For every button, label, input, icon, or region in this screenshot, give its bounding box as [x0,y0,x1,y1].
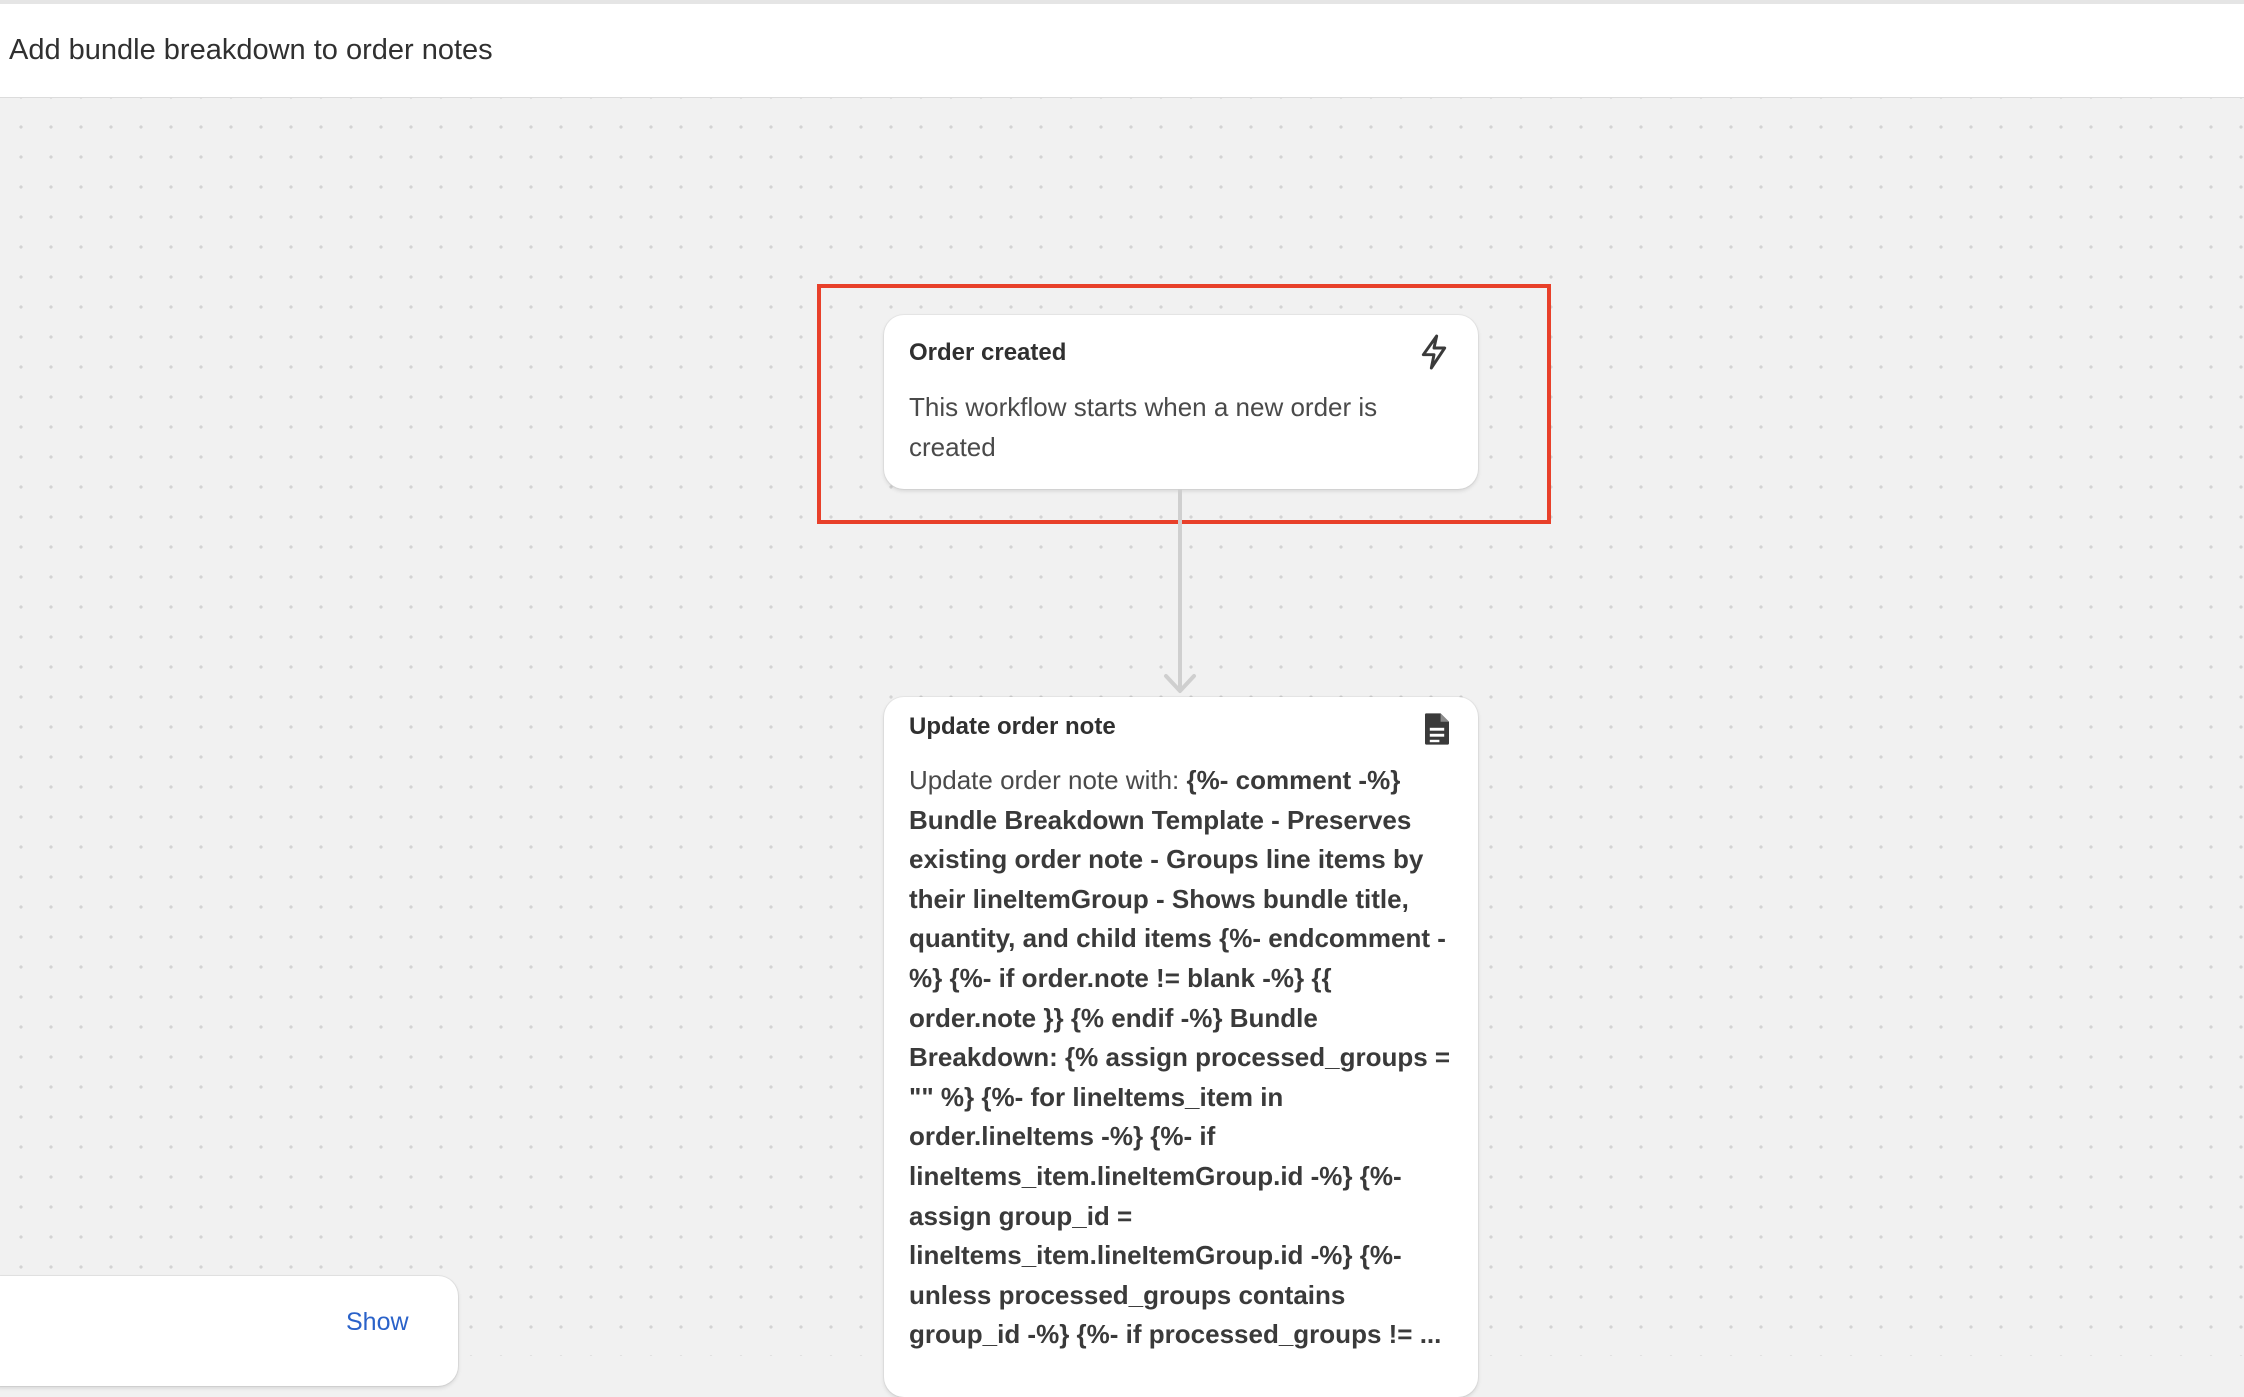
document-icon [1425,713,1449,745]
action-card-description: Update order note with: {%- comment -%} … [909,761,1457,1355]
connector-line [1178,489,1182,688]
workflow-header: Add bundle breakdown to order notes [0,0,2244,98]
action-card-update-order-note[interactable]: Update order note Update order note with… [884,697,1478,1397]
selection-highlight [817,284,1551,524]
action-card-title: Update order note [909,713,1116,740]
show-button[interactable]: Show [346,1308,409,1337]
action-description-prefix: Update order note with: [909,765,1187,795]
collapsed-side-panel: Show [0,1276,458,1386]
action-description-template: {%- comment -%} Bundle Breakdown Templat… [909,765,1451,1350]
page-title: Add bundle breakdown to order notes [9,34,493,66]
connector-arrow-icon [1164,674,1196,693]
